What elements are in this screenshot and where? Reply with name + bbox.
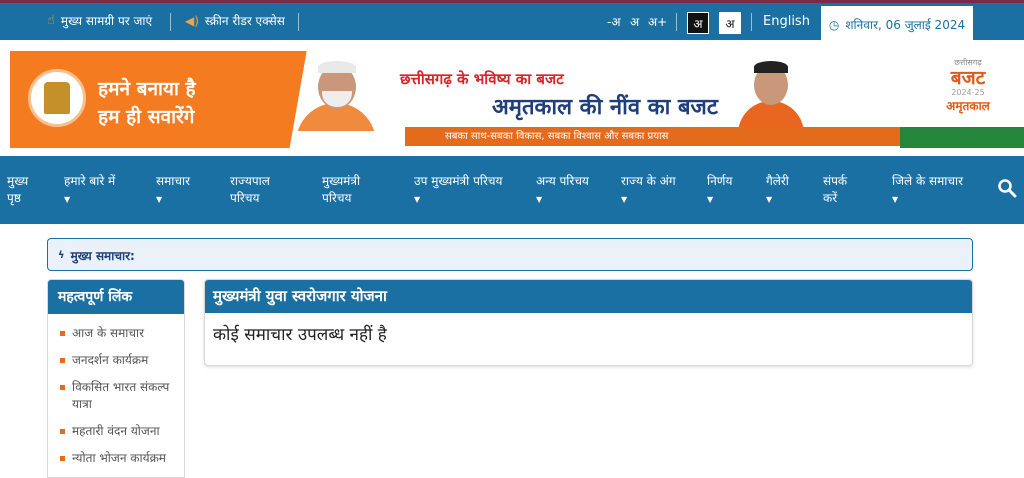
portrait-hair (318, 61, 356, 73)
banner-headline-1: छत्तीसगढ़ के भविष्य का बजट (400, 70, 564, 88)
page-title: मुख्यमंत्री युवा स्वरोजगार योजना (205, 280, 972, 313)
nav-state-organs-label: राज्य के अंग (621, 174, 676, 188)
sidebar-link-mahtari-vandan[interactable]: महतारी वंदन योजना (58, 418, 184, 445)
ticker-label: मुख्य समाचार: (70, 249, 135, 263)
font-increase-button[interactable]: अ+ (648, 13, 667, 30)
date-text: शनिवार, 06 जुलाई 2024 (845, 18, 966, 32)
badge-year-text: 2024-25 (951, 88, 985, 97)
skip-to-main-label: मुख्य सामग्री पर जाएं (60, 14, 153, 28)
sidebar-link-jandarshan[interactable]: जनदर्शन कार्यक्रम (58, 347, 184, 374)
nav-news[interactable]: समाचार ▼ (156, 173, 190, 208)
nav-governor-label: राज्यपाल परिचय (230, 174, 270, 205)
badge-main-text: बजट (950, 67, 986, 89)
sidebar-title: महत्वपूर्ण लिंक (48, 280, 184, 314)
chevron-down-icon: ▼ (766, 195, 773, 204)
nav-governor[interactable]: राज्यपाल परिचय (230, 173, 290, 207)
nav-state-organs[interactable]: राज्य के अंग ▼ (621, 173, 676, 208)
screen-reader-link[interactable]: ◀) स्क्रीन रीडर एक्सेस (185, 12, 285, 29)
screen-reader-label: स्क्रीन रीडर एक्सेस (204, 14, 285, 28)
clock-icon: ◷ (828, 17, 840, 32)
speaker-icon: ◀) (185, 13, 199, 28)
skip-to-main-link[interactable]: ☝ मुख्य सामग्री पर जाएं (47, 12, 152, 29)
nav-gallery[interactable]: गैलेरी ▼ (766, 173, 789, 208)
sidebar-link-viksit-bharat[interactable]: विकसित भारत संकल्प यात्रा (58, 374, 184, 418)
news-ticker: ϟ मुख्य समाचार: (47, 238, 973, 271)
empty-state-message: कोई समाचार उपलब्ध नहीं है (213, 325, 387, 345)
divider (298, 13, 299, 31)
dark-theme-button[interactable]: अ (687, 12, 709, 34)
nav-other-intro[interactable]: अन्य परिचय ▼ (536, 173, 589, 208)
sidebar-link-nyota-bhojan[interactable]: न्योता भोजन कार्यक्रम (58, 445, 184, 472)
chevron-down-icon: ▼ (892, 195, 899, 204)
chevron-down-icon: ▼ (414, 195, 421, 204)
sidebar-link-today-news[interactable]: आज के समाचार (58, 320, 184, 347)
light-theme-button[interactable]: अ (719, 12, 741, 34)
header-banner[interactable]: हमने बनाया है हम ही सवारेंगे छत्तीसगढ़ क… (10, 51, 1024, 148)
chevron-down-icon: ▼ (707, 195, 714, 204)
budget-badge: छत्तीसगढ़ बजट 2024-25 अमृतकाल (928, 57, 1008, 119)
banner-slogan-line1: हमने बनाया है (98, 78, 196, 100)
important-links-sidebar: महत्वपूर्ण लिंक आज के समाचार जनदर्शन कार… (47, 279, 185, 478)
nav-home[interactable]: मुख्य पृष्ठ (7, 173, 37, 207)
state-emblem-logo (28, 69, 86, 127)
sidebar-link-list: आज के समाचार जनदर्शन कार्यक्रम विकसित भा… (48, 314, 184, 472)
divider (751, 13, 752, 31)
nav-about-label: हमारे बारे में (64, 174, 116, 188)
banner-green-strip (900, 127, 1024, 148)
nav-contact-label: संपर्क करें (823, 174, 848, 205)
portrait-body (738, 101, 804, 129)
divider (170, 13, 171, 31)
nav-home-label: मुख्य पृष्ठ (7, 174, 29, 205)
hand-pointer-icon: ☝ (47, 13, 55, 28)
nav-decisions[interactable]: निर्णय ▼ (707, 173, 732, 208)
banner-headline-2: अमृतकाल की नींव का बजट (492, 95, 718, 120)
font-normal-button[interactable]: अ (630, 13, 639, 30)
chevron-down-icon: ▼ (536, 195, 543, 204)
main-content-panel: मुख्यमंत्री युवा स्वरोजगार योजना कोई समा… (204, 279, 973, 366)
nav-about[interactable]: हमारे बारे में ▼ (64, 173, 115, 208)
nav-deputy-cm-label: उप मुख्यमंत्री परिचय (414, 174, 503, 188)
nav-district-news-label: जिले के समाचार (892, 174, 964, 188)
language-switch-link[interactable]: English (763, 14, 810, 29)
chevron-down-icon: ▼ (156, 195, 163, 204)
portrait-hair (754, 61, 788, 73)
nav-chief-minister[interactable]: मुख्यमंत्री परिचय (322, 173, 384, 207)
banner-slogan-line2: हम ही सवारेंगे (98, 106, 195, 128)
nav-other-intro-label: अन्य परिचय (536, 174, 589, 188)
ticker-heading: ϟ मुख्य समाचार: (58, 247, 135, 264)
divider (676, 13, 677, 31)
font-decrease-button[interactable]: -अ (607, 13, 621, 30)
chevron-down-icon: ▼ (621, 195, 628, 204)
banner-tagline-strip: सबका साथ-सबका विकास, सबका विश्वास और सबक… (405, 127, 935, 146)
chevron-down-icon: ▼ (64, 195, 71, 204)
date-display: ◷ शनिवार, 06 जुलाई 2024 (821, 6, 973, 43)
nav-deputy-cm[interactable]: उप मुख्यमंत्री परिचय ▼ (414, 173, 503, 208)
nav-gallery-label: गैलेरी (766, 174, 789, 188)
search-icon[interactable] (997, 178, 1017, 198)
badge-sub-text: अमृतकाल (946, 99, 990, 113)
nav-district-news[interactable]: जिले के समाचार ▼ (892, 173, 963, 208)
cm-portrait (736, 55, 806, 129)
emblem-seal (44, 82, 70, 114)
top-utility-bar: ☝ मुख्य सामग्री पर जाएं ◀) स्क्रीन रीडर … (0, 0, 1024, 43)
nav-news-label: समाचार (156, 174, 191, 188)
nav-decisions-label: निर्णय (707, 174, 733, 188)
lightning-icon: ϟ (58, 250, 65, 261)
main-navigation: मुख्य पृष्ठ हमारे बारे में ▼ समाचार ▼ रा… (0, 156, 1024, 224)
pm-portrait (292, 55, 380, 131)
nav-contact[interactable]: संपर्क करें (823, 173, 863, 207)
nav-chief-minister-label: मुख्यमंत्री परिचय (322, 174, 361, 205)
